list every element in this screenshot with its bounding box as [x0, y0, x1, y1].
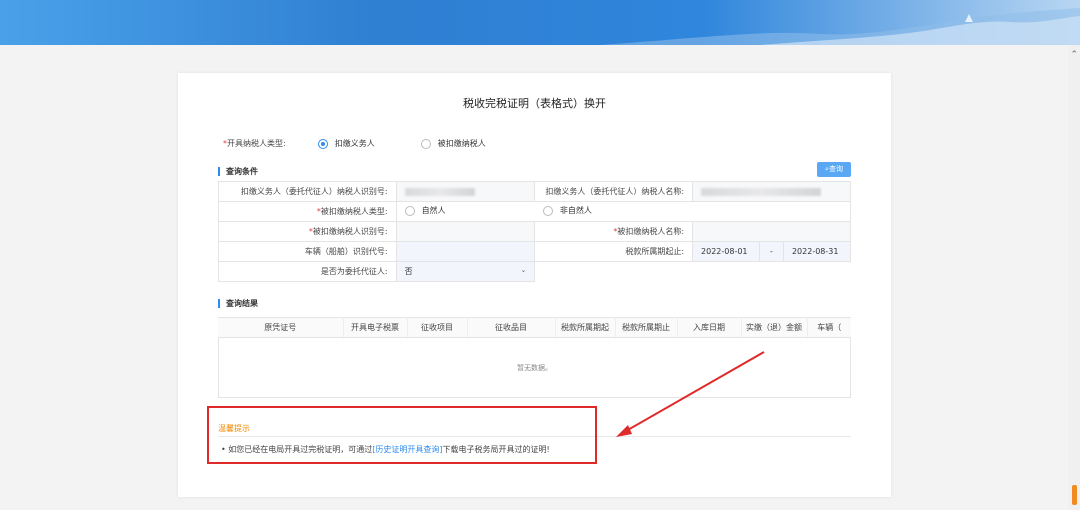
annotation-arrow-icon [616, 351, 765, 437]
